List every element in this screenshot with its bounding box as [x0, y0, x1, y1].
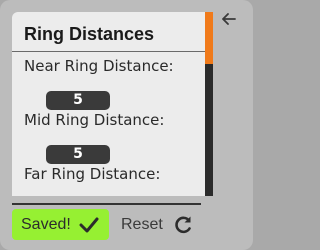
far-ring-distance-label: Far Ring Distance: — [24, 165, 161, 183]
mid-ring-distance-input[interactable]: 5 — [46, 145, 110, 164]
settings-panel: Ring Distances Near Ring Distance: 5 Mid… — [0, 0, 253, 250]
refresh-icon — [173, 215, 193, 235]
section-title: Ring Distances — [24, 24, 155, 44]
saved-label: Saved! — [21, 215, 71, 233]
title-divider — [12, 51, 208, 52]
check-icon — [79, 217, 99, 233]
arrow-left-icon — [222, 13, 236, 25]
reset-label: Reset — [121, 215, 163, 233]
near-ring-distance-input[interactable]: 5 — [46, 91, 110, 110]
scrollbar-thumb[interactable] — [205, 12, 213, 64]
ring-distances-card: Ring Distances Near Ring Distance: 5 Mid… — [12, 12, 213, 196]
footer-divider — [12, 203, 201, 205]
mid-ring-distance-label: Mid Ring Distance: — [24, 111, 165, 129]
near-ring-distance-label: Near Ring Distance: — [24, 57, 174, 75]
saved-button[interactable]: Saved! — [12, 209, 109, 240]
scrollbar-track[interactable] — [205, 12, 213, 196]
reset-button[interactable]: Reset — [112, 209, 202, 240]
back-button[interactable] — [218, 8, 240, 30]
